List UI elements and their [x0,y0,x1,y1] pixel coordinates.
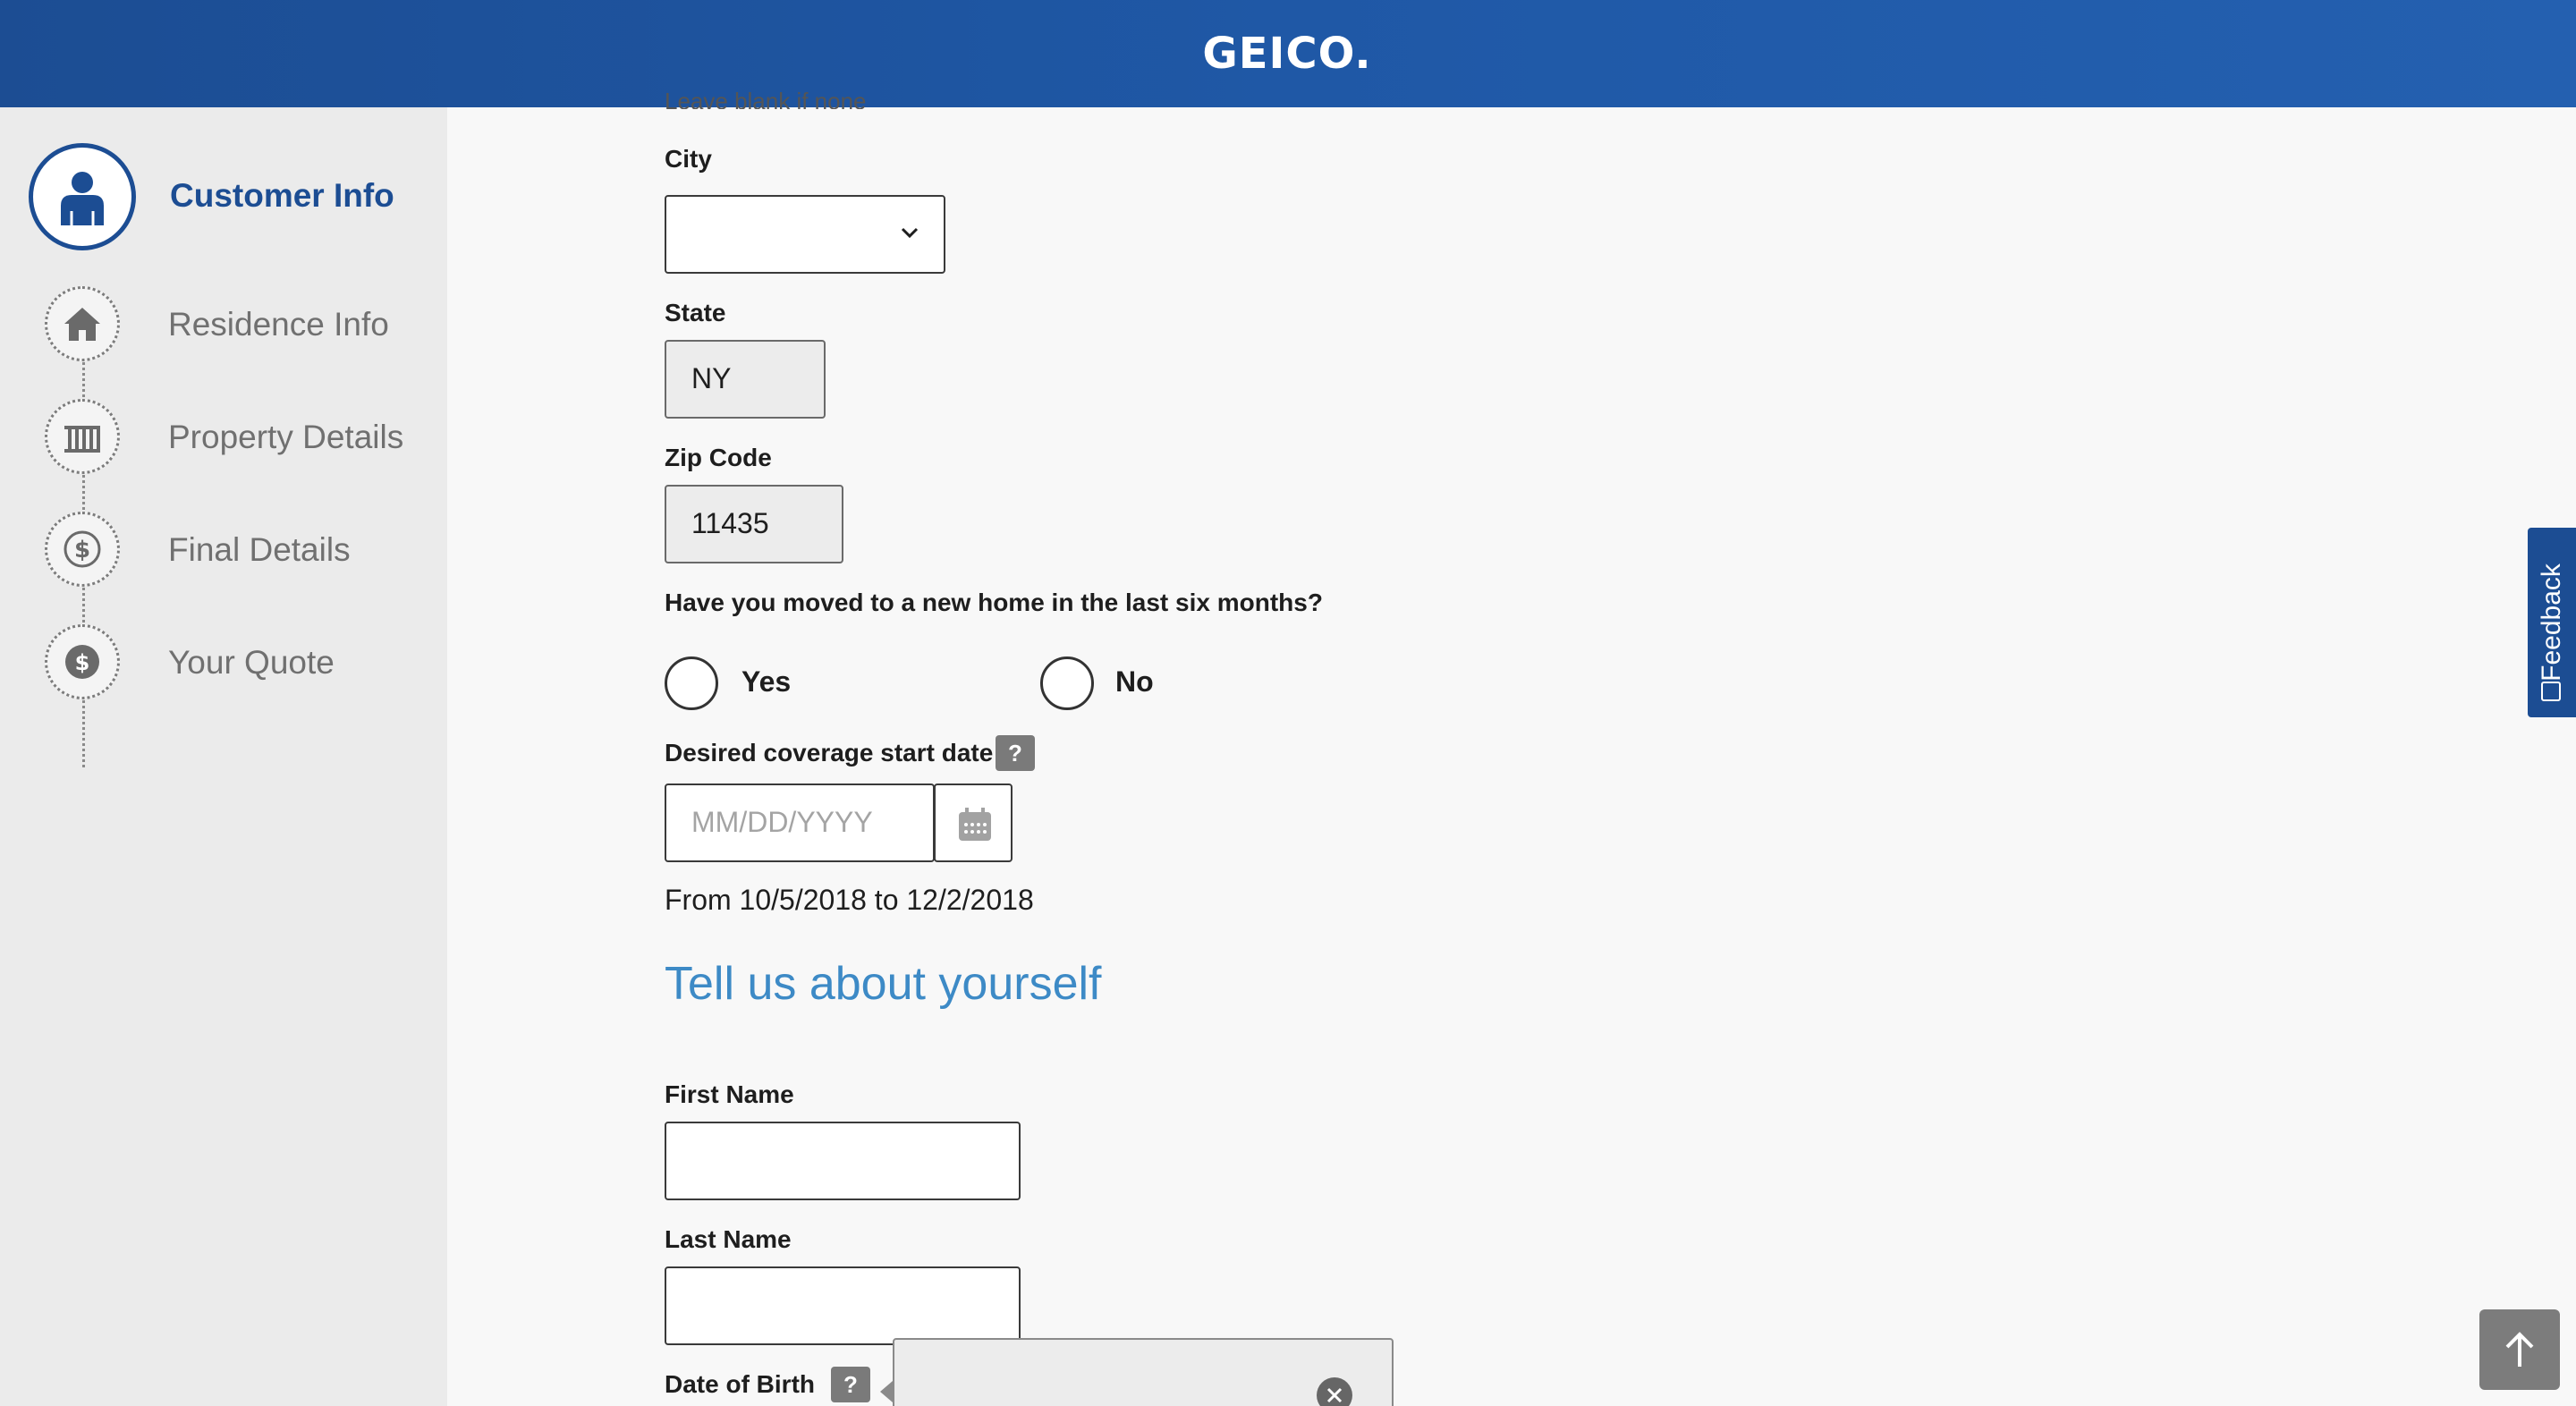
svg-text:$: $ [75,650,90,675]
dollar-circle-icon: $ [45,512,120,587]
tooltip-arrow [880,1381,893,1402]
moved-no-label[interactable]: No [1115,665,1154,699]
coverage-date-range: From 10/5/2018 to 12/2/2018 [665,884,1034,916]
form-area: Leave blank if none City State NY Zip Co… [447,88,2576,1406]
back-to-top-button[interactable] [2479,1309,2560,1390]
last-name-label: Last Name [665,1225,792,1253]
arrow-up-icon [2505,1332,2534,1367]
calendar-icon [959,808,991,841]
sidebar-step-your-quote[interactable]: $ Your Quote [0,624,447,714]
moved-question: Have you moved to a new home in the last… [665,589,1323,616]
zip-code-field[interactable]: 11435 [665,485,843,563]
moved-yes-radio[interactable] [665,656,718,710]
sidebar-step-final-details[interactable]: $ Final Details [0,512,447,601]
coverage-date-input[interactable]: MM/DD/YYYY [665,783,935,862]
sidebar-step-customer-info[interactable]: Customer Info [0,143,447,250]
moved-no-radio[interactable] [1040,656,1094,710]
feedback-icon [2541,682,2561,701]
coverage-start-label: Desired coverage start date [665,739,994,767]
house-icon [45,286,120,361]
feedback-tab[interactable]: Feedback [2528,528,2576,717]
sidebar-step-label: Your Quote [168,644,335,681]
cut-off-hint-text: Leave blank if none [665,88,867,109]
sidebar-step-residence-info[interactable]: Residence Info [0,286,447,376]
sidebar-step-property-details[interactable]: Property Details [0,399,447,488]
svg-text:$: $ [74,537,90,563]
zip-code-label: Zip Code [665,444,772,471]
sidebar-step-label: Residence Info [168,306,389,343]
calendar-button[interactable] [934,783,1013,862]
sidebar-step-label: Customer Info [170,177,394,214]
feedback-label: Feedback [2537,563,2566,682]
first-name-label: First Name [665,1080,794,1108]
close-icon[interactable] [1317,1377,1352,1406]
last-name-input[interactable] [665,1266,1021,1345]
sidebar-step-label: Final Details [168,531,351,568]
city-select[interactable] [665,195,945,274]
header-bar: GEICO. [0,0,2576,107]
date-of-birth-label: Date of Birth [665,1370,815,1398]
chevron-down-icon [901,227,919,239]
fence-icon [45,399,120,474]
geico-logo[interactable]: GEICO. [1198,29,1377,79]
coverage-help-button[interactable]: ? [996,735,1035,771]
state-field[interactable]: NY [665,340,826,419]
first-name-input[interactable] [665,1122,1021,1200]
city-label: City [665,145,712,173]
sidebar-step-label: Property Details [168,419,404,455]
dob-help-button[interactable]: ? [831,1367,870,1402]
about-yourself-heading: Tell us about yourself [665,958,1102,1010]
progress-sidebar: Customer Info Residence Info Property De… [0,107,447,1406]
state-label: State [665,299,726,326]
person-icon [29,143,136,250]
moved-yes-label[interactable]: Yes [741,665,791,699]
dob-tooltip-popup [893,1338,1394,1406]
dollar-badge-icon: $ [45,624,120,699]
